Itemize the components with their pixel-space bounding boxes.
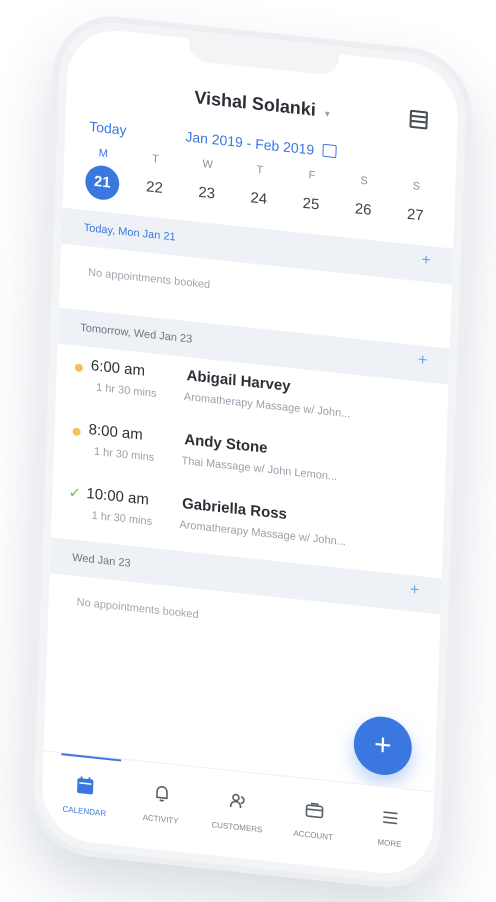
date-cell-selected[interactable]: 21 — [84, 163, 120, 202]
appointment-time: 10:00 am — [86, 484, 150, 509]
check-icon: ✓ — [68, 484, 82, 503]
tab-customers[interactable]: CUSTOMERS — [204, 786, 271, 835]
date-cell[interactable]: 24 — [241, 180, 276, 218]
section-title: Wed Jan 23 — [71, 551, 131, 570]
appointment-time: 8:00 am — [88, 421, 144, 444]
date-range-label: Jan 2019 - Feb 2019 — [185, 128, 315, 158]
appointment-duration: 1 hr 30 mins — [93, 445, 155, 464]
weekday-label: M — [98, 147, 109, 161]
section-title: Today, Mon Jan 21 — [83, 221, 176, 244]
add-appointment-icon[interactable]: + — [418, 351, 428, 370]
device-stage: Vishal Solanki ▾ Today Jan 2019 - Feb 20… — [0, 0, 496, 902]
appointment-client: Abigail Harvey — [186, 367, 291, 396]
briefcase-icon — [305, 802, 323, 819]
calendar-icon — [77, 776, 94, 795]
weekday-label: T — [256, 163, 264, 177]
menu-icon — [383, 811, 398, 825]
phone-notch — [188, 38, 339, 77]
weekday-label: S — [360, 174, 369, 188]
chevron-down-icon: ▾ — [324, 108, 330, 121]
appointment-service: Thai Massage w/ John Lemon... — [181, 454, 338, 484]
tab-label: ACCOUNT — [293, 828, 334, 842]
tab-label: ACTIVITY — [142, 812, 179, 826]
tab-account[interactable]: ACCOUNT — [280, 794, 347, 843]
appointment-service: Aromatherapy Massage w/ John... — [183, 390, 351, 421]
appointment-service: Aromatherapy Massage w/ John... — [179, 518, 347, 549]
bell-icon — [155, 785, 168, 802]
list-view-icon[interactable] — [409, 109, 428, 130]
calendar-icon — [321, 143, 337, 159]
empty-state-text: No appointments booked — [87, 266, 211, 292]
add-appointment-icon[interactable]: + — [410, 581, 420, 600]
tab-label: CALENDAR — [62, 804, 107, 819]
active-tab-indicator — [61, 753, 122, 762]
weekday-label: F — [308, 169, 316, 183]
app-screen: Vishal Solanki ▾ Today Jan 2019 - Feb 20… — [40, 25, 460, 879]
tab-label: CUSTOMERS — [211, 820, 263, 835]
appointment-time: 6:00 am — [90, 357, 146, 380]
date-cell[interactable]: 22 — [137, 169, 172, 207]
appointment-client: Gabriella Ross — [181, 495, 288, 524]
section-title: Tomorrow, Wed Jan 23 — [80, 321, 193, 346]
pending-dot-icon — [74, 363, 83, 373]
weekday-label: T — [151, 152, 160, 166]
tab-more[interactable]: MORE — [356, 802, 423, 851]
tab-label: MORE — [377, 837, 402, 850]
appointment-duration: 1 hr 30 mins — [91, 509, 153, 528]
weekday-label: S — [412, 180, 421, 194]
new-appointment-button[interactable]: + — [352, 713, 413, 778]
date-cell[interactable]: 23 — [189, 175, 224, 213]
appointment-duration: 1 hr 30 mins — [95, 381, 157, 401]
nav-items: CALENDAR ACTIVITY CUSTOMERS ACCOUNT MORE — [51, 770, 423, 851]
empty-state-text: No appointments booked — [76, 596, 199, 622]
date-cell[interactable]: 25 — [293, 186, 328, 224]
tab-calendar[interactable]: CALENDAR — [51, 770, 118, 819]
pending-dot-icon — [72, 427, 81, 437]
tab-activity[interactable]: ACTIVITY — [128, 778, 195, 827]
weekday-label: W — [202, 158, 214, 172]
customers-icon — [229, 793, 245, 809]
add-appointment-icon[interactable]: + — [421, 251, 431, 270]
date-cell[interactable]: 26 — [346, 191, 381, 229]
date-cell[interactable]: 27 — [398, 197, 433, 235]
phone-frame: Vishal Solanki ▾ Today Jan 2019 - Feb 20… — [25, 10, 475, 894]
appointment-client: Andy Stone — [184, 431, 268, 457]
user-name: Vishal Solanki — [194, 87, 317, 120]
